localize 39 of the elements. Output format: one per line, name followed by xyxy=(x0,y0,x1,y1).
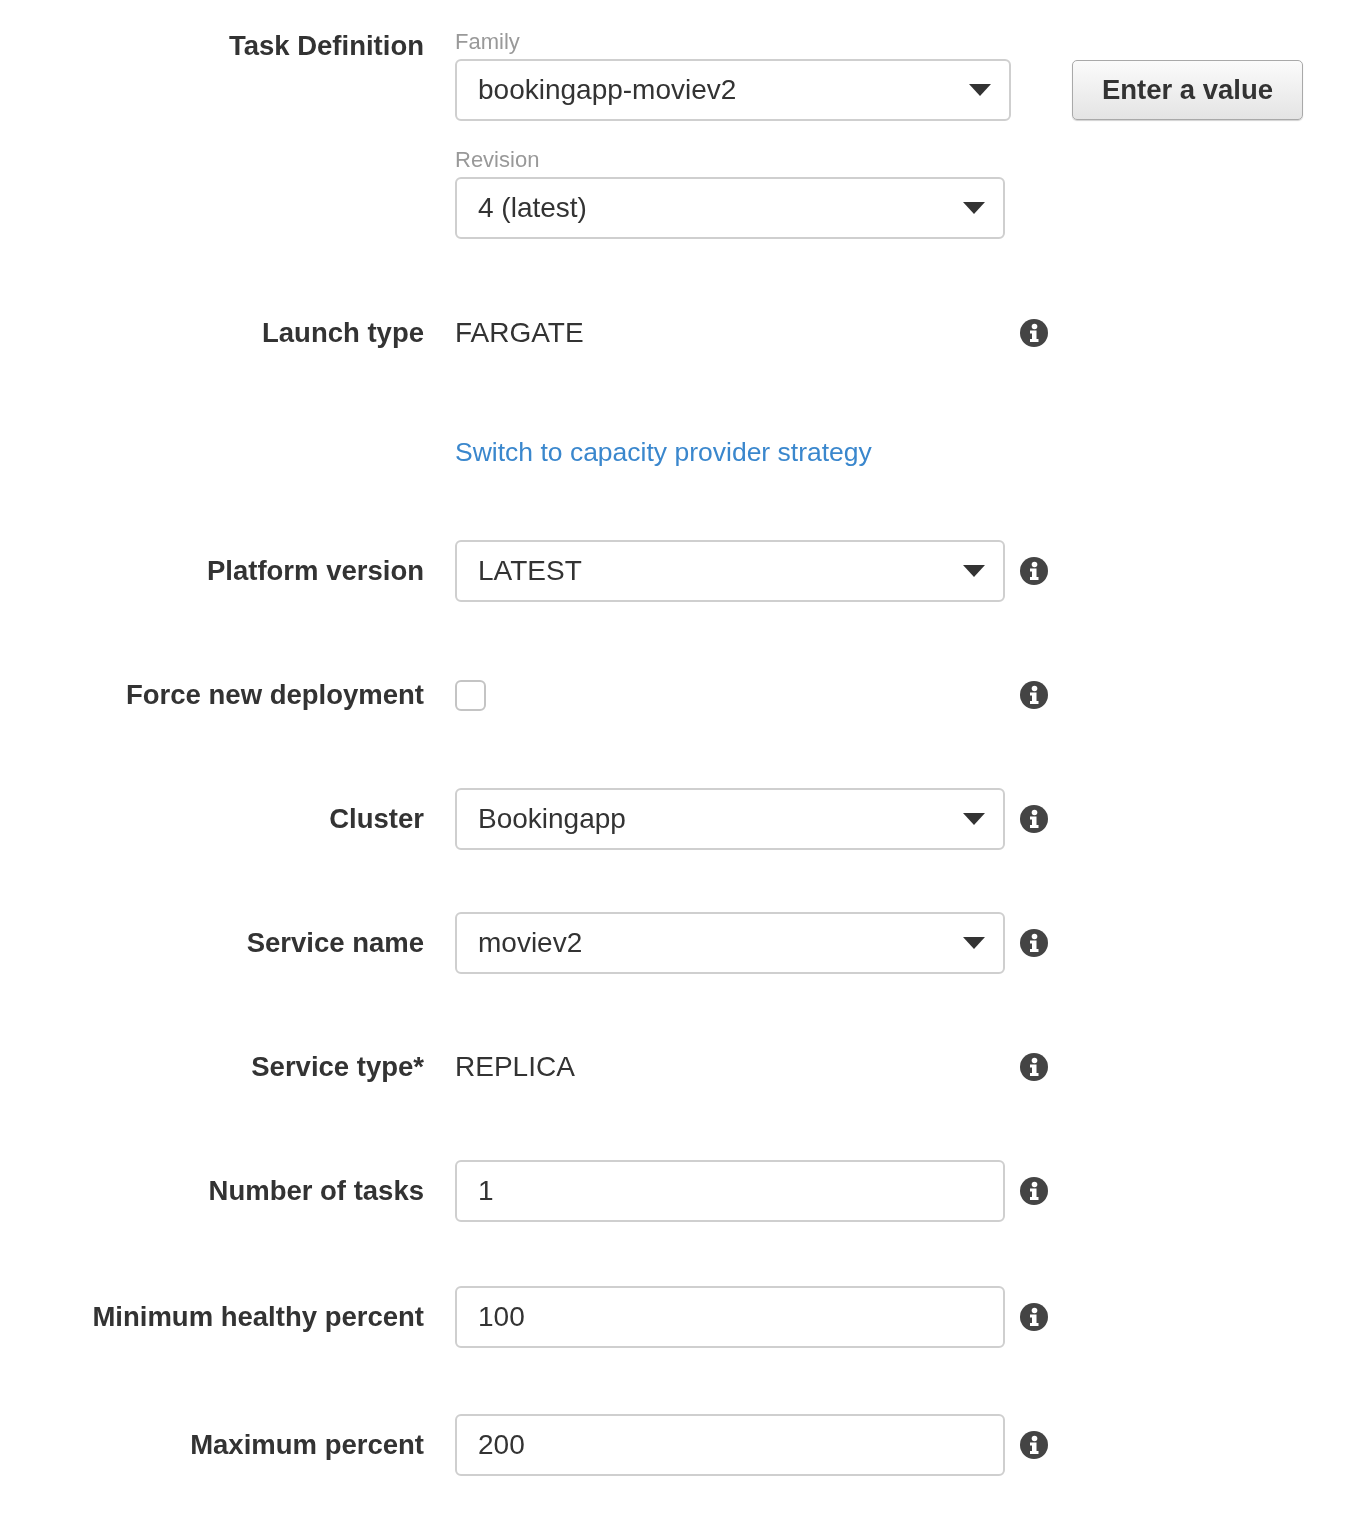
dropdown[interactable]: LATEST xyxy=(455,540,1005,602)
input-field[interactable]: 100 xyxy=(455,1286,1005,1348)
field-label: Minimum healthy percent xyxy=(92,1300,424,1334)
info-icon[interactable] xyxy=(1020,1177,1048,1205)
info-icon[interactable] xyxy=(1020,681,1048,709)
field-label: Task Definition xyxy=(228,29,424,63)
caret-icon xyxy=(963,937,985,949)
info-icon[interactable] xyxy=(1020,319,1048,347)
field-label: Service type* xyxy=(251,1050,424,1084)
info-icon[interactable] xyxy=(1020,929,1048,957)
info-icon[interactable] xyxy=(1020,1053,1048,1081)
info-icon[interactable] xyxy=(1020,1431,1048,1459)
dropdown[interactable]: bookingapp-moviev2 xyxy=(455,59,1011,121)
field-label: Maximum percent xyxy=(190,1428,424,1462)
field-label: Cluster xyxy=(329,802,424,836)
input-field[interactable]: 200 xyxy=(455,1414,1005,1476)
info-icon[interactable] xyxy=(1020,557,1048,585)
input-field[interactable]: 1 xyxy=(455,1160,1005,1222)
field-label: Launch type xyxy=(262,316,424,350)
field-label: Platform version xyxy=(207,554,424,588)
checkbox[interactable] xyxy=(455,679,486,711)
info-icon[interactable] xyxy=(1020,1303,1048,1331)
caret-icon xyxy=(963,813,985,825)
field-value: FARGATE xyxy=(455,316,584,350)
dropdown[interactable]: Bookingapp xyxy=(455,788,1005,850)
caret-icon xyxy=(963,202,985,214)
family-label: Family xyxy=(455,29,520,55)
field-label: Service name xyxy=(246,926,424,960)
capacity-provider-link[interactable]: Switch to capacity provider strategy xyxy=(455,435,872,469)
field-value: REPLICA xyxy=(455,1050,575,1084)
info-icon[interactable] xyxy=(1020,805,1048,833)
caret-icon xyxy=(969,84,991,96)
dropdown[interactable]: 4 (latest) xyxy=(455,177,1005,239)
enter-value-button[interactable]: Enter a value xyxy=(1072,60,1303,120)
field-label: Number of tasks xyxy=(208,1174,424,1208)
revision-label: Revision xyxy=(455,147,540,173)
dropdown[interactable]: moviev2 xyxy=(455,912,1005,974)
field-label: Force new deployment xyxy=(126,678,424,712)
caret-icon xyxy=(963,565,985,577)
